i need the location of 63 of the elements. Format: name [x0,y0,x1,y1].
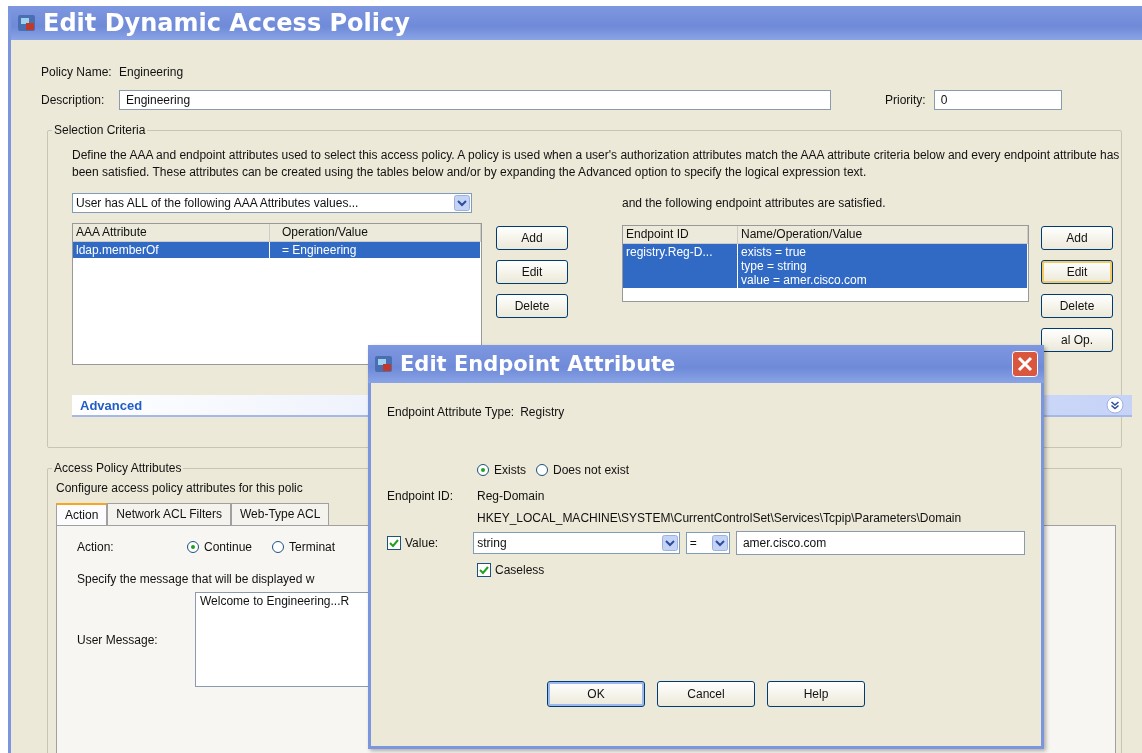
policy-name-label: Policy Name: [41,65,111,79]
endpoint-id-value: Reg-Domain [477,489,545,503]
column-header[interactable]: Endpoint ID [623,226,738,243]
dialog-button[interactable]: Cancel [657,681,755,707]
table-cell: = Engineering [270,242,481,258]
expand-chevron-icon[interactable] [1106,396,1124,414]
message-prompt: Specify the message that will be displayed w [77,572,316,586]
attribute-type-label: Endpoint Attribute Type: [387,405,515,419]
attributes-description: Configure access policy attributes for this polic [56,481,304,495]
section-title: Access Policy Attributes [52,461,184,475]
action-radio[interactable]: Continue [187,540,253,554]
table-action-button[interactable]: al Op. [1041,328,1113,352]
criteria-description: Define the AAA and endpoint attributes used to select this access policy. A policy is used when a user's authorization attributes match the AAA attribute criteria below and every endpoint attribute has been satisfied. These attributes can be created using the tables below and/or by expanding the Advanced option to specify the logical expression text. [72,147,1121,181]
dialog-button[interactable]: OK [547,681,645,707]
action-label: Action: [77,540,115,554]
attribute-type-value: Registry [520,405,565,419]
table-action-button[interactable]: Edit [1041,260,1113,284]
policy-name-value: Engineering [119,65,184,79]
existence-radio[interactable]: Does not exist [536,463,630,477]
window-title: Edit Dynamic Access Policy [43,9,410,37]
table-row[interactable]: registry.Reg-D... exists = true type = string value = amer.cisco.com [623,244,1028,288]
existence-radio[interactable]: Exists [477,463,526,477]
endpoint-caption: and the following endpoint attributes are satisfied. [622,195,887,212]
table-action-button[interactable]: Add [496,226,568,250]
caseless-label: Caseless [495,563,545,577]
value-label: Value: [405,536,439,550]
aaa-match-dropdown[interactable]: User has ALL of the following AAA Attributes values... [72,193,472,213]
value-checkbox[interactable] [387,536,401,550]
value-field[interactable]: amer.cisco.com [735,531,1025,555]
priority-label: Priority: [885,93,926,107]
table-action-button[interactable]: Delete [1041,294,1113,318]
description-field[interactable]: Engineering [119,90,831,110]
column-header[interactable]: Name/Operation/Value [738,226,1028,243]
column-header[interactable]: Operation/Value [270,224,481,241]
table-action-button[interactable]: Delete [496,294,568,318]
registry-path: HKEY_LOCAL_MACHINE\SYSTEM\CurrentControlSet\Services\Tcpip\Parameters\Domain [477,511,962,525]
app-icon [17,13,37,33]
table-cell-text: type = string [741,259,808,273]
table-cell-text: exists = true [741,245,808,259]
dialog-title: Edit Endpoint Attribute [400,352,677,376]
table-action-button[interactable]: Add [1041,226,1113,250]
section-title: Selection Criteria [52,123,148,137]
action-radio[interactable]: Terminat [272,540,336,554]
tab[interactable]: Action [56,503,108,525]
dialog-button[interactable]: Help [767,681,865,707]
column-header[interactable]: AAA Attribute [73,224,270,241]
value-type-dropdown[interactable]: string [473,532,680,554]
table-cell-text: value = amer.cisco.com [741,273,868,287]
table-action-button[interactable]: Edit [496,260,568,284]
close-icon[interactable] [1012,351,1038,377]
operator-dropdown[interactable]: = [685,532,730,554]
priority-field[interactable]: 0 [933,90,1062,110]
description-label: Description: [41,93,106,107]
endpoint-id-label: Endpoint ID: [387,489,455,503]
app-icon [374,354,394,374]
tab[interactable]: Network ACL Filters [107,503,231,525]
table-row[interactable]: ldap.memberOf = Engineering [73,242,481,258]
table-cell: registry.Reg-D... [623,244,738,288]
caseless-checkbox[interactable] [477,563,491,577]
table-cell: ldap.memberOf [73,242,270,258]
advanced-label: Advanced [80,397,143,413]
user-message-label: User Message: [77,632,159,647]
tab[interactable]: Web-Type ACL [230,503,330,525]
